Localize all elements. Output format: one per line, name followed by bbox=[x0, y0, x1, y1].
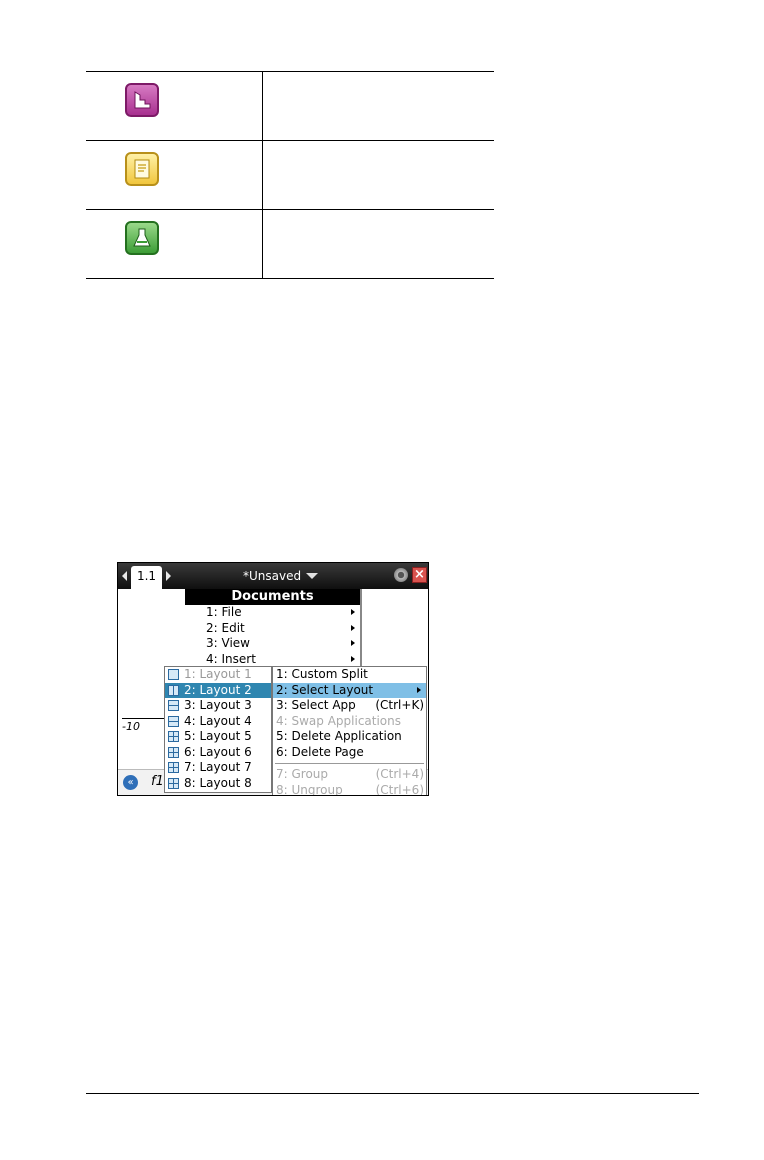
icon-cell bbox=[86, 210, 263, 278]
menu-item-file[interactable]: 1: File bbox=[185, 605, 360, 621]
chevron-down-icon[interactable] bbox=[306, 573, 318, 579]
next-page-arrow-icon[interactable] bbox=[166, 571, 171, 581]
menu-separator bbox=[275, 763, 424, 764]
table-row bbox=[86, 71, 494, 140]
layout-2-icon bbox=[168, 684, 179, 696]
menu-item-label: 2: Layout 2 bbox=[184, 682, 252, 697]
menu-shortcut: (Ctrl+6) bbox=[375, 782, 424, 796]
notes-icon bbox=[125, 152, 159, 186]
layout-3-icon bbox=[168, 700, 179, 711]
axis-tick-label: -10 bbox=[122, 720, 140, 733]
menu-item-layout-8[interactable]: 8: Layout 8 bbox=[165, 776, 271, 792]
title-bar: 1.1 *Unsaved × bbox=[118, 563, 428, 589]
menu-item-select-app[interactable]: 3: Select App (Ctrl+K) bbox=[273, 698, 426, 714]
select-layout-submenu: 1: Layout 1 2: Layout 2 3: Layout 3 4: L… bbox=[164, 666, 272, 793]
menu-item-swap-applications: 4: Swap Applications bbox=[273, 714, 426, 730]
layout-8-icon bbox=[168, 777, 179, 789]
layout-5-icon bbox=[168, 731, 179, 742]
menu-item-label: 3: Layout 3 bbox=[184, 698, 252, 712]
menu-item-layout-2[interactable]: 2: Layout 2 bbox=[165, 682, 271, 698]
menu-item-label: 4: Layout 4 bbox=[184, 713, 252, 728]
submenu-arrow-icon bbox=[351, 609, 355, 615]
app-icon-table bbox=[86, 71, 494, 279]
documents-menu: Documents 1: File 2: Edit 3: View 4: Ins… bbox=[185, 589, 362, 669]
menu-item-select-layout[interactable]: 2: Select Layout bbox=[273, 682, 426, 698]
menu-item-label: 7: Group bbox=[276, 767, 329, 781]
vernier-dataquest-icon bbox=[125, 221, 159, 255]
table-row bbox=[86, 209, 494, 279]
icon-cell bbox=[86, 141, 263, 209]
menu-item-label: 6: Layout 6 bbox=[184, 744, 252, 759]
menu-item-group: 7: Group (Ctrl+4) bbox=[273, 767, 426, 783]
menu-item-label: 3: View bbox=[206, 636, 250, 650]
menu-item-insert[interactable]: 4: Insert bbox=[185, 652, 360, 668]
data-stats-icon bbox=[125, 83, 159, 117]
menu-item-label: 1: File bbox=[206, 605, 242, 619]
previous-page-arrow-icon[interactable] bbox=[122, 571, 127, 581]
menu-item-label: 5: Delete Application bbox=[276, 729, 402, 743]
menu-shortcut: (Ctrl+K) bbox=[375, 698, 424, 712]
layout-4-icon bbox=[168, 715, 179, 727]
page-tab[interactable]: 1.1 bbox=[131, 566, 162, 589]
menu-item-custom-split[interactable]: 1: Custom Split bbox=[273, 667, 426, 683]
description-cell bbox=[263, 141, 494, 209]
menu-item-layout-4[interactable]: 4: Layout 4 bbox=[165, 714, 271, 730]
menu-item-label: 6: Delete Page bbox=[276, 744, 364, 759]
menu-item-layout-7[interactable]: 7: Layout 7 bbox=[165, 760, 271, 776]
close-icon[interactable]: × bbox=[412, 567, 427, 583]
documents-menu-header: Documents bbox=[185, 589, 360, 605]
icon-cell bbox=[86, 72, 263, 140]
menu-shortcut: (Ctrl+4) bbox=[375, 767, 424, 781]
menu-item-delete-page[interactable]: 6: Delete Page bbox=[273, 745, 426, 761]
menu-item-label: 2: Edit bbox=[206, 620, 245, 635]
calculator-screen: 1.1 *Unsaved × -10 « f1 Documents 1: Fil… bbox=[117, 562, 429, 796]
table-row bbox=[86, 140, 494, 209]
expand-history-icon[interactable]: « bbox=[123, 775, 138, 790]
layout-1-icon bbox=[168, 669, 179, 680]
function-label: f1 bbox=[151, 774, 164, 789]
menu-item-edit[interactable]: 2: Edit bbox=[185, 621, 360, 637]
menu-item-layout-5[interactable]: 5: Layout 5 bbox=[165, 729, 271, 745]
menu-item-layout-3[interactable]: 3: Layout 3 bbox=[165, 698, 271, 714]
page-layout-menu: 1: Custom Split 2: Select Layout 3: Sele… bbox=[272, 666, 427, 796]
submenu-arrow-icon bbox=[351, 640, 355, 646]
menu-item-label: 5: Layout 5 bbox=[184, 729, 252, 743]
document-title[interactable]: *Unsaved bbox=[243, 569, 301, 583]
gear-icon[interactable] bbox=[394, 568, 408, 582]
menu-item-label: 4: Swap Applications bbox=[276, 713, 402, 728]
menu-item-label: 1: Custom Split bbox=[276, 667, 368, 681]
description-cell bbox=[263, 72, 494, 140]
menu-item-label: 1: Layout 1 bbox=[184, 667, 252, 681]
menu-item-layout-6[interactable]: 6: Layout 6 bbox=[165, 745, 271, 761]
footer-rule bbox=[86, 1093, 699, 1094]
description-cell bbox=[263, 210, 494, 278]
menu-item-view[interactable]: 3: View bbox=[185, 636, 360, 652]
menu-item-label: 4: Insert bbox=[206, 651, 256, 666]
menu-item-label: 2: Select Layout bbox=[276, 682, 374, 697]
menu-item-label: 8: Layout 8 bbox=[184, 775, 252, 790]
menu-item-layout-1: 1: Layout 1 bbox=[165, 667, 271, 683]
submenu-arrow-icon bbox=[351, 624, 355, 631]
menu-item-delete-application[interactable]: 5: Delete Application bbox=[273, 729, 426, 745]
layout-6-icon bbox=[168, 746, 179, 758]
menu-item-ungroup: 8: Ungroup (Ctrl+6) bbox=[273, 782, 426, 796]
menu-item-label: 3: Select App bbox=[276, 698, 356, 712]
menu-item-label: 7: Layout 7 bbox=[184, 760, 252, 774]
menu-item-label: 8: Ungroup bbox=[276, 782, 343, 796]
layout-7-icon bbox=[168, 762, 179, 773]
submenu-arrow-icon bbox=[351, 655, 355, 662]
submenu-arrow-icon bbox=[417, 686, 421, 693]
